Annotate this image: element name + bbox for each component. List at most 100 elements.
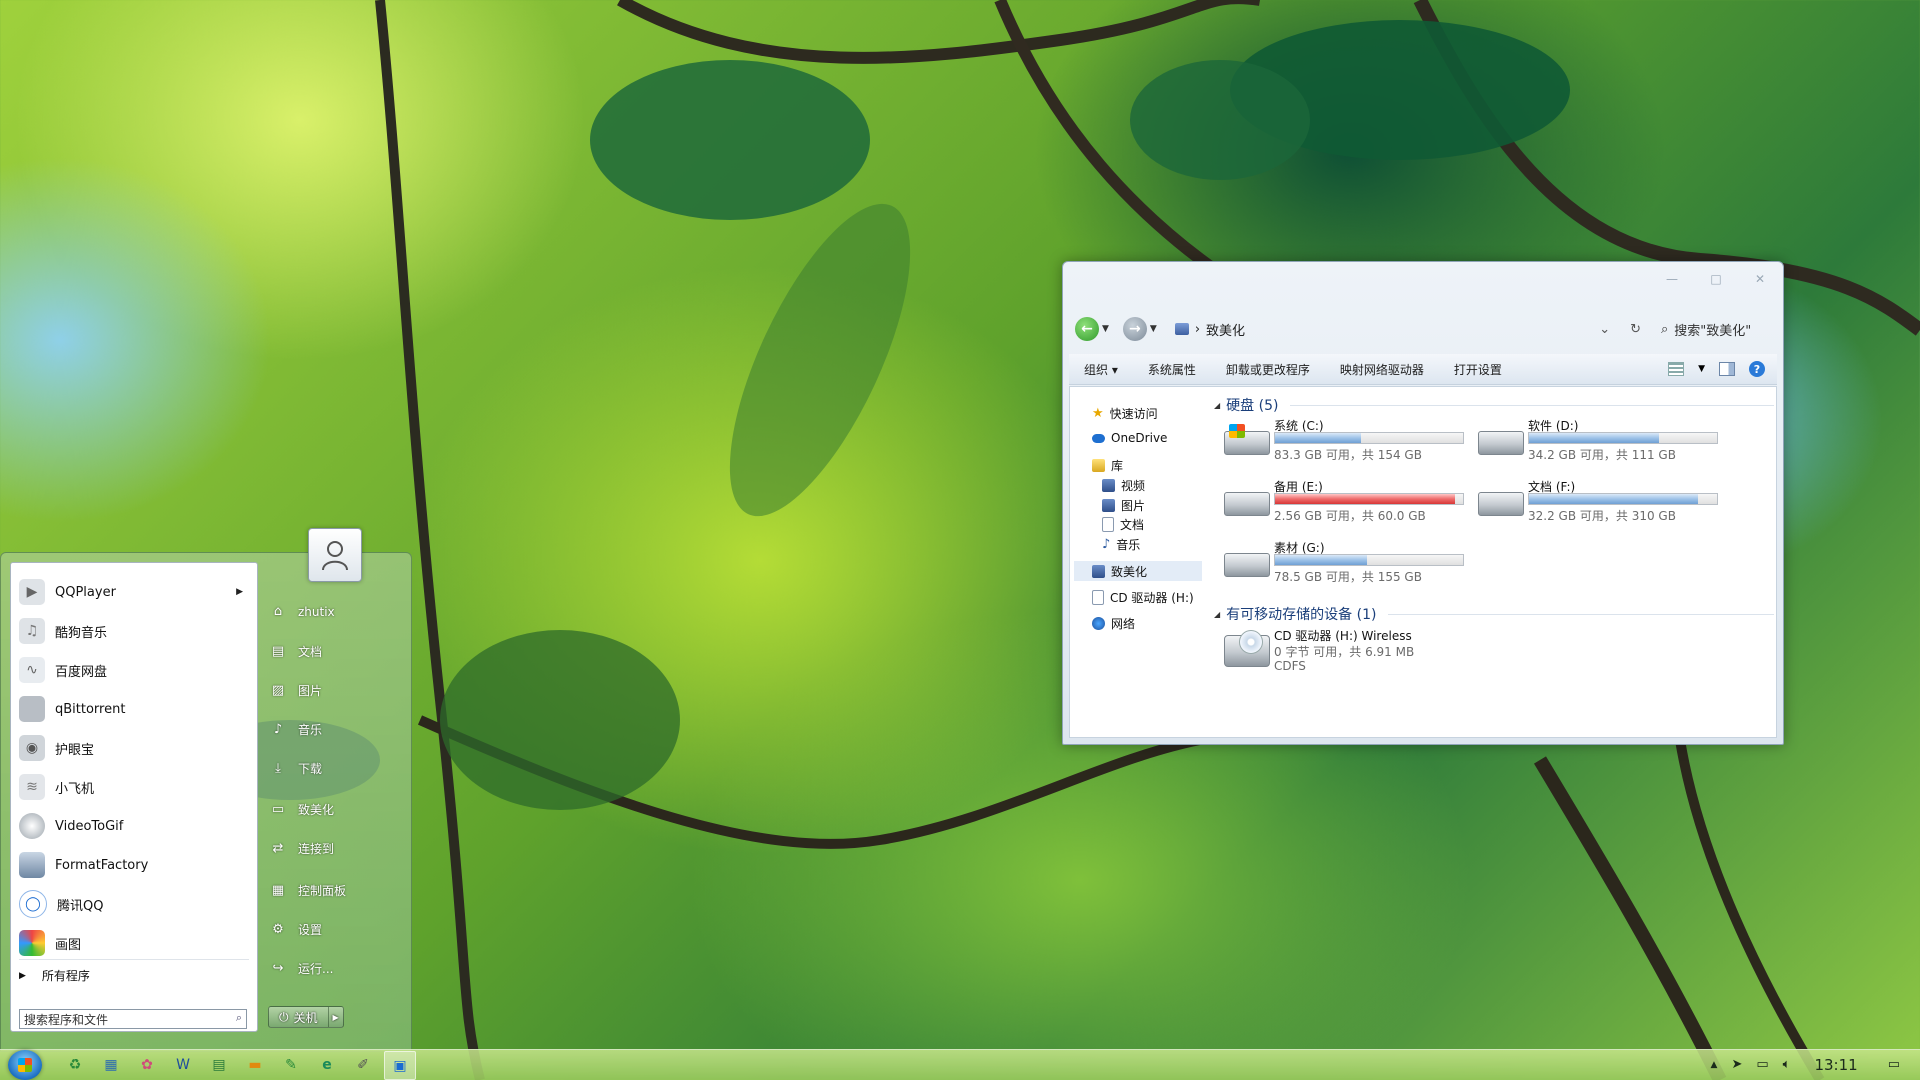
program-item[interactable]: 画图 xyxy=(19,927,251,959)
start-link-connect[interactable]: ⇄ 连接到 xyxy=(270,840,334,857)
calculator-icon[interactable]: ▦ xyxy=(96,1051,126,1078)
organize-button[interactable]: 组织 ▾ xyxy=(1069,361,1133,378)
volume-icon[interactable]: 🔈︎ xyxy=(1783,1057,1791,1072)
back-history-chevron-icon[interactable]: ▼ xyxy=(1102,324,1109,334)
search-input[interactable]: ⌕ 搜索"致美化" xyxy=(1661,320,1771,339)
drive-usage-bar xyxy=(1274,554,1464,566)
program-item[interactable]: ∿ 百度网盘 xyxy=(19,654,251,686)
open-settings-button[interactable]: 打开设置 xyxy=(1439,361,1517,378)
address-tools: ⌄ ↻ ⌕ 搜索"致美化" xyxy=(1599,320,1771,339)
close-button[interactable]: ✕ xyxy=(1747,270,1773,288)
breadcrumb[interactable]: › 致美化 xyxy=(1174,320,1245,339)
nav-libraries[interactable]: 库 xyxy=(1092,457,1123,474)
word-icon[interactable]: W xyxy=(168,1051,198,1078)
start-link-pictures[interactable]: ▨ 图片 xyxy=(270,682,322,699)
nav-music[interactable]: ♪ 音乐 xyxy=(1102,536,1140,553)
program-item[interactable]: ◉ 护眼宝 xyxy=(19,732,251,764)
uninstall-program-button[interactable]: 卸载或更改程序 xyxy=(1211,361,1325,378)
nav-label: 音乐 xyxy=(1116,538,1141,552)
program-item[interactable]: qBittorrent xyxy=(19,693,251,725)
notepad-icon[interactable]: ✎ xyxy=(276,1051,306,1078)
start-link-user[interactable]: ⌂ zhutix xyxy=(270,604,335,619)
spreadsheet-icon[interactable]: ▤ xyxy=(204,1051,234,1078)
cd-drive-icon xyxy=(1224,630,1270,667)
drive-free-space: 2.56 GB 可用，共 60.0 GB xyxy=(1274,509,1426,523)
drive-item[interactable]: 文档 (F:) 32.2 GB 可用，共 310 GB xyxy=(1476,478,1718,524)
start-link-documents[interactable]: ▤ 文档 xyxy=(270,643,322,660)
recent-locations-chevron-icon[interactable]: ▼ xyxy=(1150,324,1157,334)
start-link-run[interactable]: ↪ 运行... xyxy=(270,960,334,977)
start-link-music[interactable]: ♪ 音乐 xyxy=(270,721,322,738)
maximize-button[interactable]: □ xyxy=(1703,270,1729,288)
map-network-drive-button[interactable]: 映射网络驱动器 xyxy=(1325,361,1439,378)
drive-usage-bar xyxy=(1274,432,1464,444)
nav-network[interactable]: 网络 xyxy=(1092,615,1135,632)
nav-label: 文档 xyxy=(1120,518,1145,532)
refresh-icon[interactable]: ↻ xyxy=(1630,322,1641,337)
start-link-downloads[interactable]: ⤓ 下载 xyxy=(270,760,322,777)
show-hidden-icons-chevron-icon[interactable]: ▲ xyxy=(1711,1060,1718,1070)
group-header-removable[interactable]: ◢ 有可移动存储的设备 (1) xyxy=(1214,604,1774,624)
view-options-icon[interactable] xyxy=(1668,362,1685,376)
back-button[interactable]: ← xyxy=(1075,317,1099,341)
folder-icon[interactable]: ▬ xyxy=(240,1051,270,1078)
system-properties-button[interactable]: 系统属性 xyxy=(1133,361,1211,378)
all-programs-button[interactable]: ▶ 所有程序 xyxy=(19,967,90,984)
system-tray: ▲ ➤ ▭ 🔈︎ 13:11 ▭ xyxy=(1711,1049,1900,1080)
group-divider xyxy=(1388,613,1774,615)
explorer-taskbar-icon[interactable]: ▣ xyxy=(384,1051,416,1080)
nav-pictures[interactable]: 图片 xyxy=(1102,497,1145,514)
drive-item[interactable]: 软件 (D:) 34.2 GB 可用，共 111 GB xyxy=(1476,417,1718,463)
start-button[interactable] xyxy=(8,1050,42,1080)
drive-item[interactable]: 备用 (E:) 2.56 GB 可用，共 60.0 GB xyxy=(1222,478,1464,524)
nav-quick-access[interactable]: ★ 快速访问 xyxy=(1092,405,1158,422)
program-item[interactable]: ♫ 酷狗音乐 xyxy=(19,615,251,647)
program-item[interactable]: FormatFactory xyxy=(19,849,251,881)
nav-documents[interactable]: 文档 xyxy=(1102,516,1144,533)
shutdown-button[interactable]: ⏻ 关机 xyxy=(269,1007,329,1027)
network-icon[interactable]: ▭ xyxy=(1756,1057,1768,1072)
start-search-input[interactable]: 搜索程序和文件 ⌕ xyxy=(19,1009,247,1029)
notification-icon[interactable]: ▭ xyxy=(1888,1057,1900,1072)
flower-app-icon[interactable]: ✿ xyxy=(132,1051,162,1078)
drive-item[interactable]: 素材 (G:) 78.5 GB 可用，共 155 GB xyxy=(1222,539,1464,585)
program-item[interactable]: ▶ QQPlayer ▶ xyxy=(19,576,251,608)
start-link-computer[interactable]: ▭ 致美化 xyxy=(270,801,334,818)
program-item[interactable]: ◯ 腾讯QQ xyxy=(19,888,251,920)
nav-label: 快速访问 xyxy=(1109,407,1158,421)
program-item[interactable]: ≋ 小飞机 xyxy=(19,771,251,803)
drive-item[interactable]: 系统 (C:) 83.3 GB 可用，共 154 GB xyxy=(1222,417,1464,463)
shutdown-options-arrow-icon[interactable]: ▶ xyxy=(329,1007,343,1027)
forward-button[interactable]: → xyxy=(1122,317,1147,341)
address-dropdown-icon[interactable]: ⌄ xyxy=(1599,322,1610,337)
cd-drive-item[interactable]: CD 驱动器 (H:) Wireless 0 字节 可用，共 6.91 MB C… xyxy=(1222,627,1452,677)
breadcrumb-current[interactable]: 致美化 xyxy=(1206,320,1245,339)
paint-brush-icon[interactable]: ✐ xyxy=(348,1051,378,1078)
nav-cd-drive[interactable]: CD 驱动器 (H:) xyxy=(1092,589,1194,606)
user-avatar[interactable] xyxy=(308,528,362,582)
nav-label: 库 xyxy=(1111,459,1124,473)
send-icon[interactable]: ➤ xyxy=(1731,1057,1742,1072)
drive-usage-fill xyxy=(1529,494,1699,504)
start-link-settings[interactable]: ⚙ 设置 xyxy=(270,921,322,938)
group-header-hard-disks[interactable]: ◢ 硬盘 (5) xyxy=(1214,395,1774,415)
browser-icon[interactable]: e xyxy=(312,1051,342,1078)
drive-usage-bar xyxy=(1528,432,1718,444)
nav-onedrive[interactable]: OneDrive xyxy=(1092,431,1167,445)
minimize-button[interactable]: — xyxy=(1659,270,1685,288)
nav-this-pc[interactable]: 致美化 xyxy=(1074,561,1202,581)
hard-drive-icon xyxy=(1478,492,1524,516)
recycle-icon[interactable]: ♻ xyxy=(60,1051,90,1078)
drive-usage-fill xyxy=(1275,494,1456,504)
help-icon[interactable]: ? xyxy=(1749,361,1765,377)
start-link-control-panel[interactable]: ▦ 控制面板 xyxy=(270,882,346,899)
nav-label: CD 驱动器 (H:) xyxy=(1110,591,1194,605)
nav-videos[interactable]: 视频 xyxy=(1102,477,1145,494)
view-chevron-icon[interactable]: ▼ xyxy=(1698,364,1705,374)
preview-pane-icon[interactable] xyxy=(1719,362,1735,376)
explorer-window: — □ ✕ ← ▼ → ▼ › 致美化 ⌄ ↻ ⌕ 搜索"致美化" 组织 ▾ 系… xyxy=(1062,261,1784,745)
clock[interactable]: 13:11 xyxy=(1814,1056,1857,1074)
program-item[interactable]: VideoToGif xyxy=(19,810,251,842)
play-icon: ▶ xyxy=(19,579,45,605)
group-divider xyxy=(1290,404,1774,406)
